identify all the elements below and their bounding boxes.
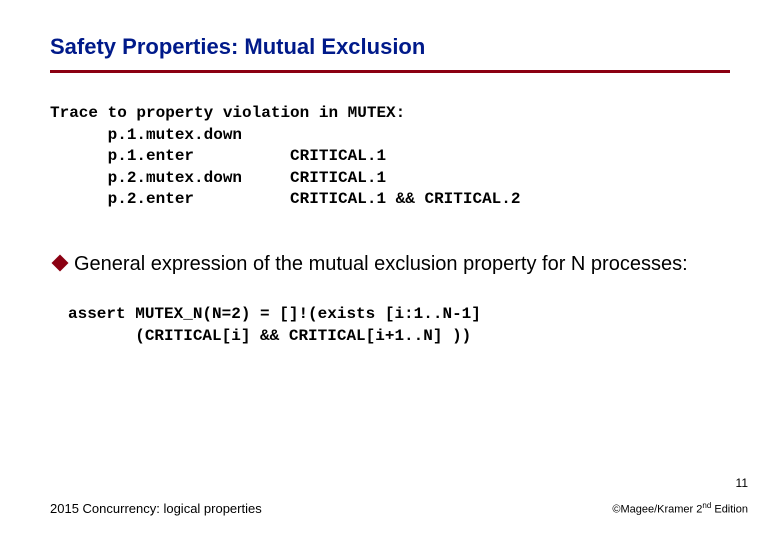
trace-block: Trace to property violation in MUTEX: p.…	[50, 103, 730, 211]
footer-right-prefix: ©Magee/Kramer 2	[612, 504, 702, 516]
page-number: 11	[736, 476, 748, 490]
bullet-text: General expression of the mutual exclusi…	[74, 251, 688, 278]
footer-left: 2015 Concurrency: logical properties	[50, 501, 262, 516]
footer-right-sup: nd	[702, 501, 711, 510]
footer-right-suffix: Edition	[711, 504, 748, 516]
diamond-icon	[52, 254, 69, 271]
slide-title: Safety Properties: Mutual Exclusion	[50, 34, 730, 60]
title-underline	[50, 70, 730, 73]
slide: Safety Properties: Mutual Exclusion Trac…	[0, 0, 780, 540]
assert-block: assert MUTEX_N(N=2) = []!(exists [i:1..N…	[68, 304, 730, 347]
bullet-item: General expression of the mutual exclusi…	[54, 251, 730, 278]
footer-right: ©Magee/Kramer 2nd Edition	[612, 501, 748, 516]
